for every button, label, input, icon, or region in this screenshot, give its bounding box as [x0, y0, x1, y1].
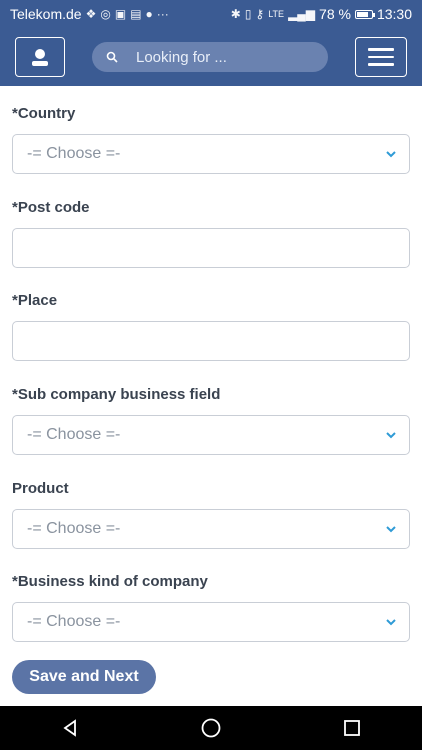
hamburger-line [368, 63, 394, 66]
search-placeholder: Looking for ... [136, 48, 227, 66]
country-select[interactable]: -= Choose =- [12, 134, 410, 174]
system-nav-bar [0, 706, 422, 750]
country-selected-value: -= Choose =- [27, 145, 121, 162]
recents-icon[interactable] [342, 718, 362, 738]
chevron-down-icon [386, 619, 396, 626]
battery-icon [354, 9, 375, 19]
product-select[interactable]: -= Choose =- [12, 509, 410, 549]
image-icon: ▤ [130, 7, 142, 21]
menu-button[interactable] [355, 37, 407, 77]
app-header: Looking for ... [0, 28, 422, 86]
sub-business-select[interactable]: -= Choose =- [12, 415, 410, 455]
home-icon[interactable] [200, 717, 222, 739]
cloud-icon: ❖ [85, 7, 97, 21]
product-label: Product [12, 480, 69, 497]
bluetooth-icon: ✱ [230, 7, 241, 21]
business-kind-label: *Business kind of company [12, 573, 208, 590]
status-right: ✱ ▯ ⚷ LTE ▂▄▆ 78 % 13:30 [231, 6, 412, 22]
user-icon [32, 49, 48, 66]
place-field[interactable] [12, 321, 410, 361]
more-icon: ··· [156, 7, 169, 21]
status-left: Telekom.de ❖ ◎ ▣ ▤ ● ··· [10, 6, 169, 22]
key-icon: ⚷ [255, 7, 265, 21]
battery-percent: 78 % [319, 6, 351, 22]
chevron-down-icon [386, 151, 396, 158]
postcode-label: *Post code [12, 199, 90, 216]
pinterest-icon: ● [145, 7, 153, 21]
nfc-icon: ▯ [244, 7, 252, 21]
calendar-icon: ▣ [114, 7, 127, 21]
carrier-name: Telekom.de [10, 6, 82, 22]
business-kind-select[interactable]: -= Choose =- [12, 602, 410, 642]
save-and-next-button[interactable]: Save and Next [12, 660, 156, 694]
whatsapp-icon: ◎ [100, 7, 111, 21]
place-label: *Place [12, 292, 58, 309]
signal-icon: ▂▄▆ [288, 7, 316, 21]
profile-button[interactable] [15, 37, 65, 77]
product-selected-value: -= Choose =- [27, 520, 121, 537]
search-icon [106, 51, 118, 63]
country-label: *Country [12, 105, 76, 122]
sub-business-selected-value: -= Choose =- [27, 426, 121, 443]
search-input[interactable]: Looking for ... [92, 42, 328, 72]
chevron-down-icon [386, 432, 396, 439]
postcode-field[interactable] [12, 228, 410, 268]
back-icon[interactable] [60, 718, 80, 738]
clock: 13:30 [376, 6, 412, 22]
sub-business-label: *Sub company business field [12, 386, 221, 403]
hamburger-line [368, 55, 394, 59]
chevron-down-icon [386, 526, 396, 533]
network-type: LTE [268, 9, 285, 19]
business-kind-selected-value: -= Choose =- [27, 613, 121, 630]
status-bar: Telekom.de ❖ ◎ ▣ ▤ ● ··· ✱ ▯ ⚷ LTE ▂▄▆ 7… [0, 0, 422, 28]
hamburger-line [368, 48, 394, 51]
